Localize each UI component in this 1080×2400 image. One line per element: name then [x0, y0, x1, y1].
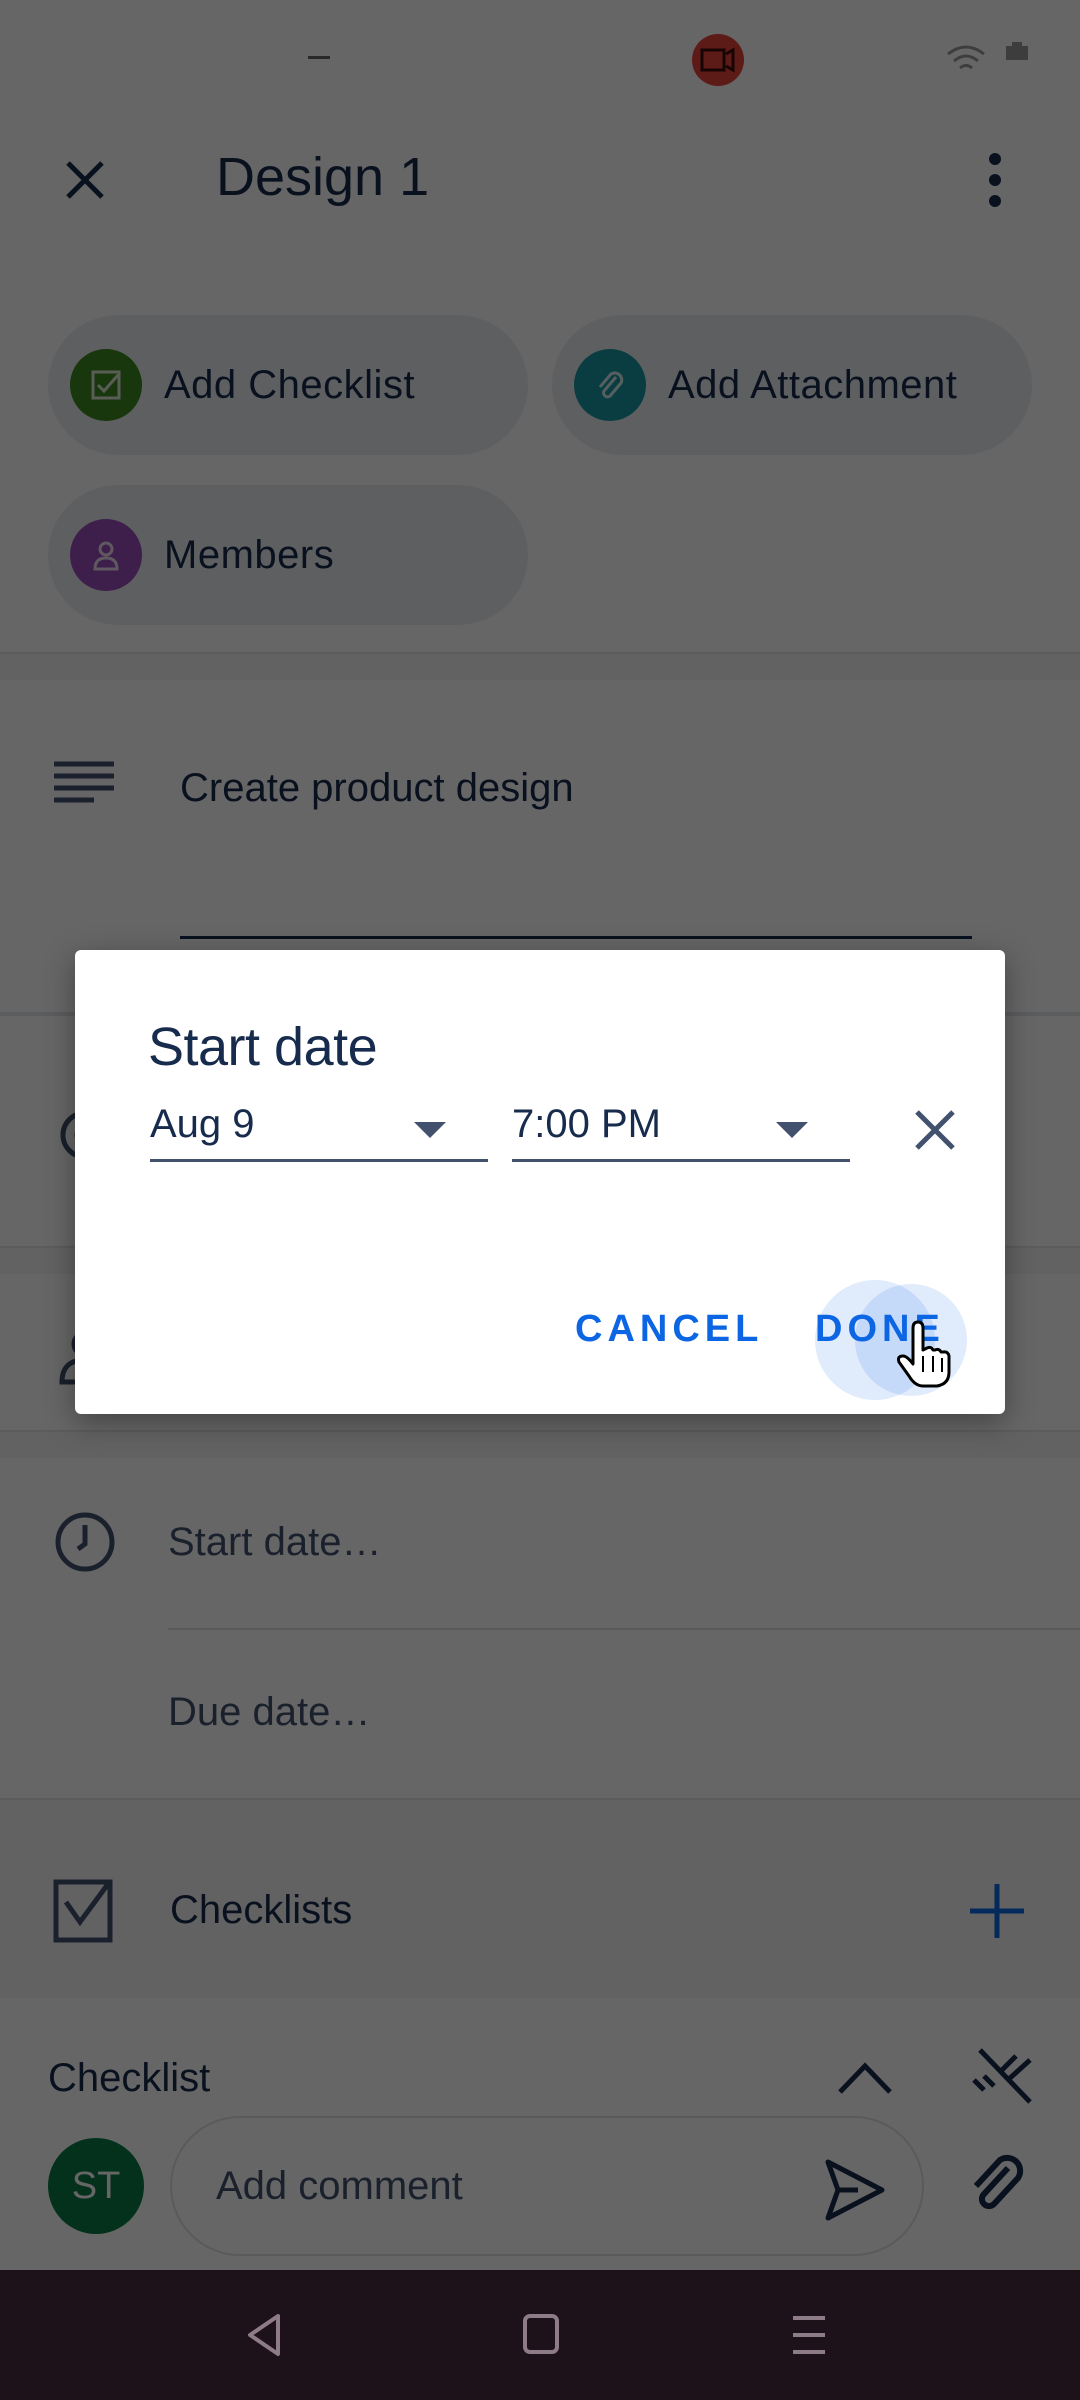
dialog-title: Start date: [148, 1017, 378, 1077]
cancel-button[interactable]: CANCEL: [575, 1308, 763, 1351]
dropdown-caret-icon: [776, 1122, 808, 1138]
date-dropdown[interactable]: Aug 9: [150, 1100, 488, 1162]
dropdown-caret-icon: [414, 1122, 446, 1138]
time-dropdown[interactable]: 7:00 PM: [512, 1100, 850, 1162]
hand-pointer-cursor-icon: [897, 1320, 951, 1388]
clear-date-button[interactable]: [905, 1100, 965, 1160]
date-value: Aug 9: [150, 1102, 255, 1146]
start-date-dialog: Start date Aug 9 7:00 PM CANCEL DONE: [75, 950, 1005, 1414]
time-value: 7:00 PM: [512, 1102, 661, 1146]
nav-scrim: [0, 2270, 1080, 2400]
